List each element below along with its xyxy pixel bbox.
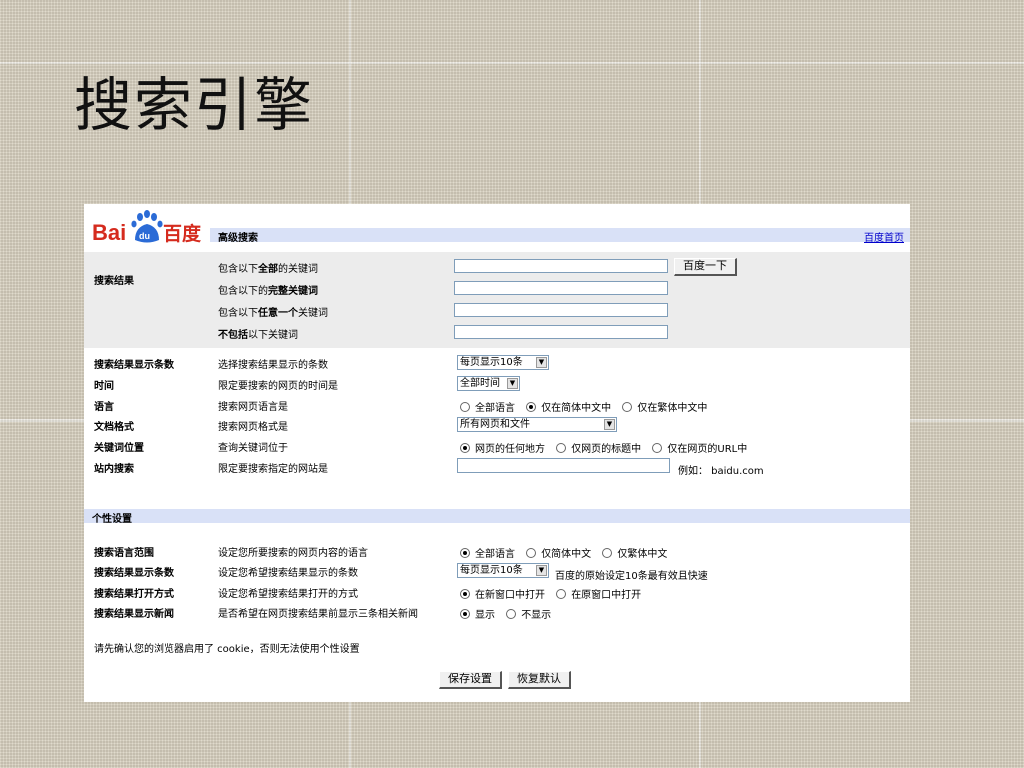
reset-default-button[interactable]: 恢复默认 [508, 671, 571, 689]
news-radio-group: 显示 不显示 [460, 606, 559, 621]
personal-label-count: 搜索结果显示条数 [94, 568, 174, 579]
option-desc-time: 限定要搜索的网页的时间是 [218, 381, 338, 392]
exclude-keywords-input[interactable] [454, 325, 668, 339]
advanced-search-panel: Bai du 百度 高级搜索 百度首页 搜索结果 包含以下全部的关键词 包含以下… [84, 204, 910, 702]
position-option-url[interactable]: 仅在网页的URL中 [652, 440, 747, 455]
save-settings-button[interactable]: 保存设置 [439, 671, 502, 689]
personal-desc-open: 设定您希望搜索结果打开的方式 [218, 589, 358, 600]
personal-label-open: 搜索结果打开方式 [94, 589, 174, 600]
radio-checked-icon [460, 609, 470, 619]
radio-icon [602, 548, 613, 558]
lang-scope-option-simplified[interactable]: 仅简体中文 [526, 545, 591, 560]
keyword-position-radio-group: 网页的任何地方 仅网页的标题中 仅在网页的URL中 [460, 440, 755, 455]
svg-text:百度: 百度 [163, 222, 202, 245]
option-label-time: 时间 [94, 381, 114, 392]
chevron-down-icon: ▼ [507, 378, 518, 389]
option-label-format: 文档格式 [94, 422, 134, 433]
language-option-simplified[interactable]: 仅在简体中文中 [526, 399, 611, 414]
keyword-row-all-label: 包含以下全部的关键词 [218, 264, 318, 275]
keyword-row-exact-label: 包含以下的完整关键词 [218, 286, 318, 297]
news-option-show[interactable]: 显示 [460, 606, 495, 621]
any-keyword-input[interactable] [454, 303, 668, 317]
option-desc-language: 搜索网页语言是 [218, 402, 288, 413]
search-results-label: 搜索结果 [94, 276, 134, 287]
all-keywords-input[interactable] [454, 259, 668, 273]
news-option-hide[interactable]: 不显示 [506, 606, 551, 621]
svg-text:Bai: Bai [92, 220, 126, 245]
personal-desc-news: 是否希望在网页搜索结果前显示三条相关新闻 [218, 609, 418, 620]
personal-label-lang-scope: 搜索语言范围 [94, 548, 154, 559]
baidu-logo[interactable]: Bai du 百度 [90, 207, 208, 247]
header-title: 高级搜索 [218, 233, 258, 244]
position-option-title[interactable]: 仅网页的标题中 [556, 440, 641, 455]
language-radio-group: 全部语言 仅在简体中文中 仅在繁体中文中 [460, 399, 715, 414]
radio-icon [506, 609, 517, 619]
results-count-select[interactable]: 每页显示10条 ▼ [457, 355, 549, 370]
search-button[interactable]: 百度一下 [674, 258, 737, 276]
site-example-text: 例如： baidu.com [678, 466, 764, 477]
svg-text:du: du [139, 231, 150, 241]
site-search-input[interactable] [457, 458, 670, 473]
time-select[interactable]: 全部时间 ▼ [457, 376, 520, 391]
radio-icon [526, 548, 537, 558]
option-desc-keyword-position: 查询关键词位于 [218, 443, 288, 454]
count-note: 百度的原始设定10条最有效且快速 [555, 571, 708, 582]
chevron-down-icon: ▼ [536, 565, 547, 576]
personal-count-select[interactable]: 每页显示10条 ▼ [457, 563, 549, 578]
option-label-site-search: 站内搜索 [94, 464, 134, 475]
option-label-keyword-position: 关键词位置 [94, 443, 144, 454]
personal-desc-count: 设定您希望搜索结果显示的条数 [218, 568, 358, 579]
option-label-language: 语言 [94, 402, 114, 413]
header-bar: 高级搜索 百度首页 [210, 228, 910, 244]
keyword-row-any-label: 包含以下任意一个关键词 [218, 308, 328, 319]
radio-icon [652, 443, 663, 453]
language-option-traditional[interactable]: 仅在繁体中文中 [622, 399, 707, 414]
option-label-count: 搜索结果显示条数 [94, 360, 174, 371]
baidu-home-link[interactable]: 百度首页 [864, 229, 904, 244]
slide-title: 搜索引擎 [74, 71, 315, 139]
personal-label-news: 搜索结果显示新闻 [94, 609, 174, 620]
personal-settings-bar: 个性设置 [84, 509, 910, 525]
radio-checked-icon [460, 443, 470, 453]
position-option-anywhere[interactable]: 网页的任何地方 [460, 440, 545, 455]
personal-settings-title: 个性设置 [92, 514, 132, 525]
option-desc-site-search: 限定要搜索指定的网站是 [218, 464, 328, 475]
option-desc-format: 搜索网页格式是 [218, 422, 288, 433]
format-select[interactable]: 所有网页和文件 ▼ [457, 417, 617, 432]
radio-checked-icon [460, 548, 470, 558]
cookie-note: 请先确认您的浏览器启用了 cookie，否则无法使用个性设置 [94, 644, 360, 655]
language-option-all[interactable]: 全部语言 [460, 399, 515, 414]
personal-desc-lang-scope: 设定您所要搜索的网页内容的语言 [218, 548, 368, 559]
radio-checked-icon [460, 589, 470, 599]
chevron-down-icon: ▼ [536, 357, 547, 368]
radio-checked-icon [526, 402, 537, 412]
chevron-down-icon: ▼ [604, 419, 615, 430]
lang-scope-option-all[interactable]: 全部语言 [460, 545, 515, 560]
open-mode-radio-group: 在新窗口中打开 在原窗口中打开 [460, 586, 649, 601]
radio-icon [622, 402, 633, 412]
radio-icon [556, 443, 567, 453]
lang-scope-radio-group: 全部语言 仅简体中文 仅繁体中文 [460, 545, 675, 560]
lang-scope-option-traditional[interactable]: 仅繁体中文 [602, 545, 667, 560]
open-option-new-window[interactable]: 在新窗口中打开 [460, 586, 545, 601]
open-option-same-window[interactable]: 在原窗口中打开 [556, 586, 641, 601]
exact-phrase-input[interactable] [454, 281, 668, 295]
keyword-row-exclude-label: 不包括以下关键词 [218, 330, 298, 341]
radio-icon [556, 589, 567, 599]
option-desc-count: 选择搜索结果显示的条数 [218, 360, 328, 371]
radio-icon [460, 402, 470, 412]
